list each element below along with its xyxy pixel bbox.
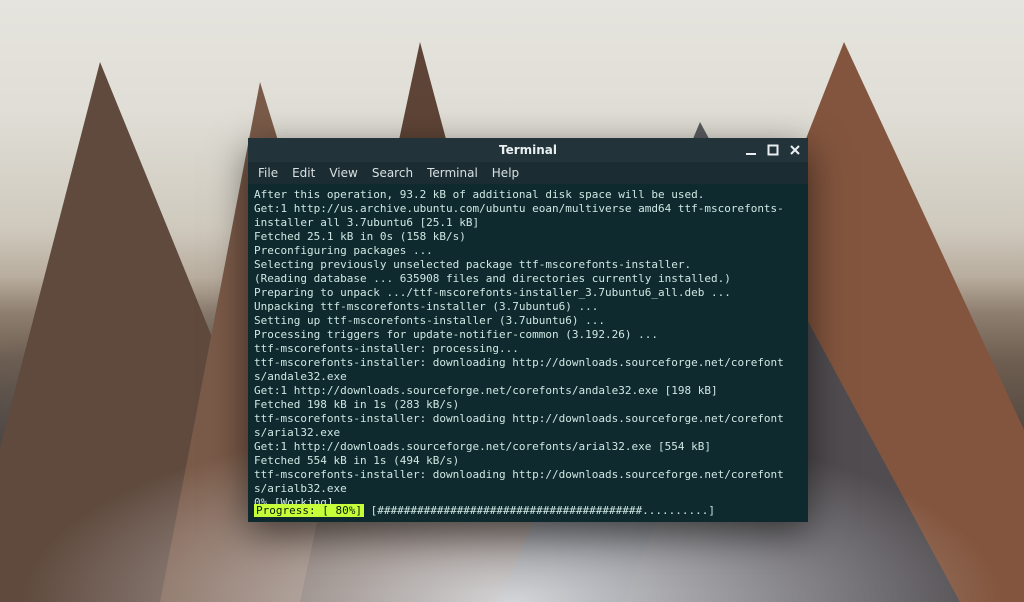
terminal-line: ttf-mscorefonts-installer: processing... <box>254 342 802 356</box>
menu-help[interactable]: Help <box>492 166 519 180</box>
terminal-line: Get:1 http://us.archive.ubuntu.com/ubunt… <box>254 202 802 216</box>
terminal-output[interactable]: After this operation, 93.2 kB of additio… <box>248 184 808 522</box>
window-titlebar[interactable]: Terminal <box>248 138 808 162</box>
terminal-line: Preparing to unpack .../ttf-mscorefonts-… <box>254 286 802 300</box>
terminal-line: Setting up ttf-mscorefonts-installer (3.… <box>254 314 802 328</box>
window-title: Terminal <box>499 143 557 157</box>
terminal-line: Processing triggers for update-notifier-… <box>254 328 802 342</box>
terminal-line: s/andale32.exe <box>254 370 802 384</box>
terminal-line: Fetched 554 kB in 1s (494 kB/s) <box>254 454 802 468</box>
menu-file[interactable]: File <box>258 166 278 180</box>
terminal-line: (Reading database ... 635908 files and d… <box>254 272 802 286</box>
terminal-line: s/arial32.exe <box>254 426 802 440</box>
apt-progress-bar-filled: ######################################## <box>377 504 642 517</box>
apt-progress-bar-empty: .......... <box>642 504 708 517</box>
menu-edit[interactable]: Edit <box>292 166 315 180</box>
apt-progress-label: Progress: [ 80%] <box>254 504 364 517</box>
apt-progress-bracket-open: [ <box>364 504 377 517</box>
terminal-line: Unpacking ttf-mscorefonts-installer (3.7… <box>254 300 802 314</box>
terminal-line: installer all 3.7ubuntu6 [25.1 kB] <box>254 216 802 230</box>
menu-terminal[interactable]: Terminal <box>427 166 478 180</box>
minimize-button[interactable] <box>744 143 758 157</box>
terminal-line: ttf-mscorefonts-installer: downloading h… <box>254 356 802 370</box>
terminal-line: Preconfiguring packages ... <box>254 244 802 258</box>
minimize-icon <box>745 144 757 156</box>
terminal-line: Fetched 25.1 kB in 0s (158 kB/s) <box>254 230 802 244</box>
terminal-line: Get:1 http://downloads.sourceforge.net/c… <box>254 384 802 398</box>
terminal-line: Fetched 198 kB in 1s (283 kB/s) <box>254 398 802 412</box>
close-button[interactable] <box>788 143 802 157</box>
menubar: File Edit View Search Terminal Help <box>248 162 808 184</box>
maximize-icon <box>767 144 779 156</box>
terminal-line: ttf-mscorefonts-installer: downloading h… <box>254 468 802 482</box>
window-controls <box>744 138 802 162</box>
terminal-line: After this operation, 93.2 kB of additio… <box>254 188 802 202</box>
terminal-line: s/arialb32.exe <box>254 482 802 496</box>
apt-progress-bracket-close: ] <box>708 504 715 517</box>
menu-view[interactable]: View <box>329 166 357 180</box>
terminal-window: Terminal File Edit View Search Terminal … <box>248 138 808 522</box>
terminal-line: Selecting previously unselected package … <box>254 258 802 272</box>
maximize-button[interactable] <box>766 143 780 157</box>
terminal-line: ttf-mscorefonts-installer: downloading h… <box>254 412 802 426</box>
terminal-line: Get:1 http://downloads.sourceforge.net/c… <box>254 440 802 454</box>
apt-progress-line: Progress: [ 80%] [######################… <box>254 504 802 518</box>
close-icon <box>789 144 801 156</box>
menu-search[interactable]: Search <box>372 166 413 180</box>
